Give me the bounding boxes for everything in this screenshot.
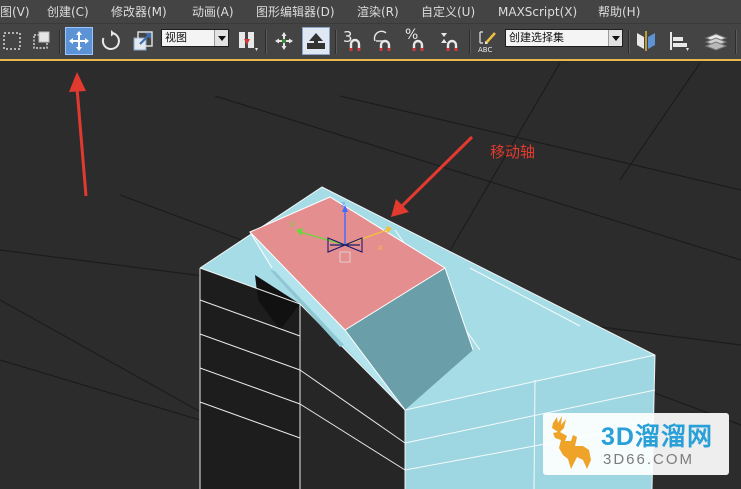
align-button[interactable] (664, 27, 692, 55)
window-crossing-button[interactable] (28, 27, 56, 55)
select-and-manipulate-button[interactable] (270, 27, 298, 55)
align-icon (670, 32, 689, 51)
select-and-move-button[interactable] (65, 27, 93, 55)
named-selection-sets-value: 创建选择集 (509, 31, 564, 44)
toolbar-separator (735, 30, 736, 54)
menu-graph-editors[interactable]: 图形编辑器(D) (256, 4, 335, 21)
menu-animation[interactable]: 动画(A) (192, 4, 234, 21)
keyboard-shortcut-override-button[interactable] (302, 27, 330, 55)
dropdown-arrow-icon (608, 30, 622, 46)
pivot-center-icon (239, 32, 258, 51)
toolbar-separator (335, 30, 336, 54)
mirror-button[interactable] (632, 27, 660, 55)
angle-snap-icon (373, 30, 391, 51)
keyboard-override-icon (307, 33, 325, 49)
select-and-scale-button[interactable] (129, 27, 157, 55)
reference-coordinate-dropdown[interactable]: 视图 (161, 29, 229, 47)
menu-customize[interactable]: 自定义(U) (421, 4, 475, 21)
spinner-snap-icon (441, 33, 458, 51)
toolbar-separator (628, 30, 629, 54)
menu-bar: 图(V) 创建(C) 修改器(M) 动画(A) 图形编辑器(D) 渲染(R) 自… (0, 0, 741, 24)
snap-dimension-label: 3 (343, 28, 353, 46)
gizmo-y-label: y (290, 219, 295, 228)
main-toolbar: 视图 3 % ABC 创建选择集 (0, 24, 741, 61)
window-crossing-icon (33, 31, 50, 49)
move-icon (69, 31, 89, 51)
menu-views[interactable]: 图(V) (0, 4, 30, 21)
layers-icon (704, 33, 728, 51)
select-and-rotate-button[interactable] (97, 27, 125, 55)
annotation-arrows (69, 72, 474, 217)
percent-snap-label: % (405, 27, 419, 43)
snap-toggle-button[interactable]: 3 (340, 27, 368, 55)
menu-modifiers[interactable]: 修改器(M) (111, 4, 167, 21)
reference-coordinate-value: 视图 (165, 31, 187, 44)
select-region-button[interactable] (0, 27, 26, 55)
angle-snap-button[interactable] (370, 27, 398, 55)
toolbar-separator (265, 30, 266, 54)
toolbar-separator (469, 30, 470, 54)
manipulate-icon (275, 32, 293, 50)
layer-manager-button[interactable] (702, 27, 730, 55)
gizmo-x-label: x (378, 243, 383, 252)
percent-snap-button[interactable]: % (402, 27, 430, 55)
edit-named-selection-button[interactable]: ABC (474, 27, 502, 55)
gizmo-z-label: z (341, 200, 345, 209)
menu-maxscript[interactable]: MAXScript(X) (498, 4, 577, 21)
watermark-title: 3D溜溜网 (601, 423, 713, 451)
annotation-label-move-axis: 移动轴 (490, 143, 536, 161)
mirror-icon (637, 31, 655, 51)
pivot-center-button[interactable] (233, 27, 261, 55)
dropdown-arrow-icon (214, 30, 228, 46)
edit-named-selection-label: ABC (478, 46, 493, 54)
menu-create[interactable]: 创建(C) (47, 4, 89, 21)
menu-help[interactable]: 帮助(H) (598, 4, 640, 21)
watermark-logo: 3D溜溜网 3D66.COM (543, 413, 729, 475)
rectangular-selection-icon (3, 32, 21, 50)
spinner-snap-button[interactable] (436, 27, 464, 55)
menu-rendering[interactable]: 渲染(R) (357, 4, 399, 21)
watermark-subtitle: 3D66.COM (603, 451, 695, 468)
scale-icon (133, 31, 153, 51)
deer-logo-icon (552, 416, 591, 469)
named-selection-sets-dropdown[interactable]: 创建选择集 (505, 29, 623, 47)
rotate-icon (101, 30, 120, 50)
toolbar-separator (59, 30, 60, 54)
